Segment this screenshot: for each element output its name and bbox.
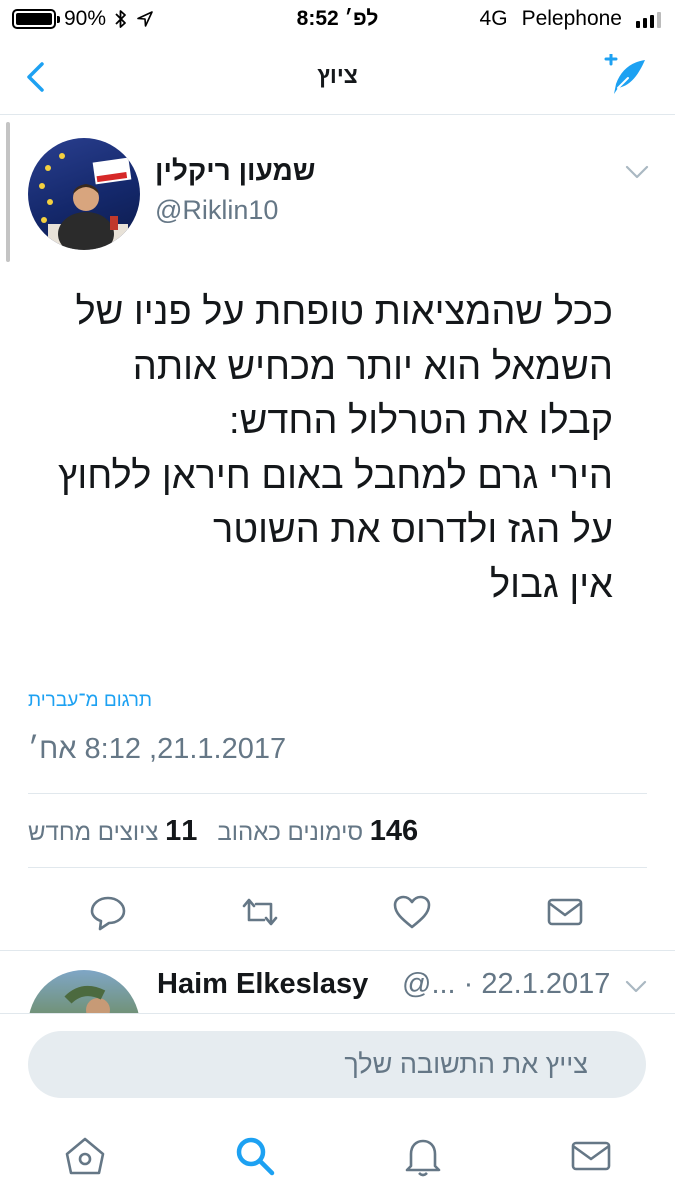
carrier-name: Pelephone — [521, 7, 622, 30]
bell-icon — [405, 1139, 441, 1177]
feather-plus-icon — [604, 54, 645, 94]
search-icon — [236, 1137, 275, 1176]
tweet-line: על הגז ולדרוס את השוטר — [213, 509, 613, 551]
retweets-stat[interactable]: 11 ציוצים מחדש — [28, 815, 197, 847]
translate-tweet-link[interactable]: תרגום מ־עברית — [28, 690, 152, 712]
tweet-line: קבלו את הטרלול החדש: — [229, 400, 613, 442]
status-bar: 90% 8:52 לפ׳ 4G Pelephone — [0, 0, 675, 38]
tab-notifications[interactable] — [399, 1132, 447, 1180]
reply-input[interactable]: צייץ את התשובה שלך — [28, 1031, 646, 1098]
author-name[interactable]: שמעון ריקלין — [155, 155, 315, 187]
author-handle[interactable]: @Riklin10 — [155, 195, 278, 226]
signal-strength-icon — [636, 10, 661, 28]
tweet-text: ככל שהמציאות טופחת על פניו של השמאל הוא … — [33, 285, 613, 612]
likes-stat[interactable]: 146 סימונים כאהוב — [217, 815, 418, 847]
envelope-icon — [547, 898, 583, 926]
tweet-line: ככל שהמציאות טופחת על פניו של — [75, 291, 614, 333]
reply-author-name[interactable]: Haim Elkeslasy — [157, 968, 368, 1001]
reply-composer-bar: צייץ את התשובה שלך — [0, 1013, 675, 1105]
tweet-stats: 146 סימונים כאהוב 11 ציוצים מחדש — [28, 815, 418, 848]
avatar-image — [39, 153, 132, 250]
tweet-options-button[interactable] — [625, 164, 649, 180]
retweets-label: ציוצים מחדש — [28, 819, 159, 846]
home-icon — [65, 1137, 105, 1175]
tweet-line: אין גבול — [490, 563, 613, 606]
tweet-line: השמאל הוא יותר מכחיש אותה — [132, 345, 613, 388]
divider — [28, 793, 647, 794]
retweet-icon — [242, 898, 278, 926]
divider — [28, 867, 647, 868]
retweet-button[interactable] — [238, 890, 282, 934]
likes-count: 146 — [369, 815, 419, 847]
heart-icon — [393, 895, 431, 929]
network-type: 4G — [479, 7, 508, 30]
share-dm-button[interactable] — [543, 890, 587, 934]
envelope-icon — [571, 1141, 611, 1171]
reply-header: Haim Elkeslasy @... · 22.1.2017 — [157, 968, 647, 1008]
retweets-count: 11 — [165, 815, 198, 847]
author-avatar[interactable] — [28, 138, 140, 250]
scroll-indicator — [6, 122, 10, 262]
divider — [0, 950, 675, 951]
tweet-timestamp: 21.1.2017, 8:12 אח׳ — [28, 733, 287, 765]
status-right: 4G Pelephone — [480, 7, 661, 31]
compose-tweet-button[interactable] — [601, 54, 649, 98]
chevron-down-icon — [625, 980, 647, 993]
tab-home[interactable] — [61, 1132, 109, 1180]
tweet-actions — [0, 890, 675, 934]
reply-icon — [90, 896, 126, 931]
tab-messages[interactable] — [567, 1132, 615, 1180]
page-title: ציוץ — [317, 62, 358, 88]
tab-bar — [0, 1105, 675, 1200]
navigation-bar: ציוץ — [0, 38, 675, 115]
reply-meta: @... · 22.1.2017 — [402, 968, 611, 1000]
tweet-line: הירי גרם למחבל באום חיראן ללחוץ — [58, 454, 613, 497]
chevron-down-icon — [625, 165, 649, 179]
tab-search[interactable] — [231, 1132, 279, 1180]
reply-input-placeholder: צייץ את התשובה שלך — [344, 1049, 588, 1079]
like-button[interactable] — [390, 890, 434, 934]
reply-button[interactable] — [86, 890, 130, 934]
likes-label: סימונים כאהוב — [217, 819, 364, 846]
reply-options-button[interactable] — [625, 980, 647, 994]
